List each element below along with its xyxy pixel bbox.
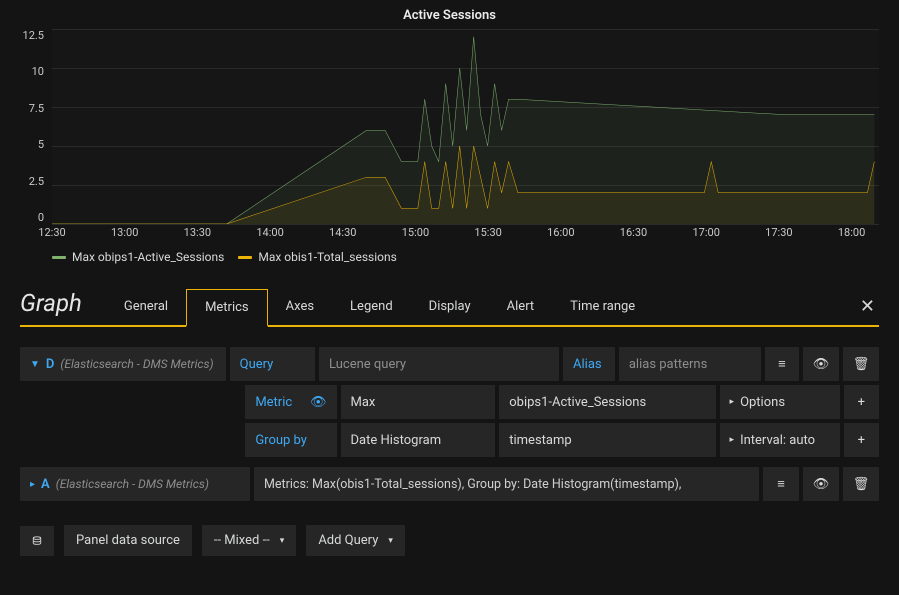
lucene-query-input[interactable]: Lucene query <box>319 347 559 381</box>
datasource-icon[interactable] <box>20 526 54 556</box>
query-a-header[interactable]: ▸ A (Elasticsearch - DMS Metrics) <box>20 467 250 501</box>
metric-field-select[interactable]: obips1-Active_Sessions <box>499 385 715 419</box>
panel-datasource-label: Panel data source <box>64 525 192 556</box>
alias-input[interactable]: alias patterns <box>619 347 761 381</box>
groupby-label: Group by <box>245 423 336 457</box>
plot-area <box>52 29 879 224</box>
groupby-field-select[interactable]: timestamp <box>499 423 715 457</box>
query-label: Query <box>230 347 315 381</box>
tab-axes[interactable]: Axes <box>268 289 332 325</box>
chart-area[interactable]: 12.5107.552.50 12:3013:0013:3014:0014:30… <box>16 29 883 244</box>
eye-icon[interactable]: 👁 <box>803 347 839 381</box>
tab-general[interactable]: General <box>106 289 186 325</box>
interval-toggle[interactable]: ▸Interval: auto <box>720 423 840 457</box>
chevron-down-icon: ▼ <box>30 359 40 370</box>
editor-tabs: Graph GeneralMetricsAxesLegendDisplayAle… <box>20 288 879 327</box>
query-d-header[interactable]: ▼ D (Elasticsearch - DMS Metrics) <box>20 347 226 381</box>
chart-title: Active Sessions <box>16 8 883 23</box>
tab-legend[interactable]: Legend <box>332 289 411 325</box>
add-metric-button[interactable]: + <box>844 385 879 419</box>
metric-agg-select[interactable]: Max <box>341 385 496 419</box>
tab-alert[interactable]: Alert <box>489 289 553 325</box>
add-query-button[interactable]: Add Query ▾ <box>306 525 405 556</box>
menu-icon[interactable]: ≡ <box>765 347 799 381</box>
menu-icon[interactable]: ≡ <box>763 467 799 501</box>
x-axis: 12:3013:0013:3014:0014:3015:0015:3016:00… <box>52 226 879 244</box>
query-source: (Elasticsearch - DMS Metrics) <box>56 477 209 491</box>
y-axis: 12.5107.552.50 <box>16 29 48 224</box>
query-a-summary: Metrics: Max(obis1-Total_sessions), Grou… <box>254 467 759 501</box>
panel-type-label: Graph <box>20 289 106 325</box>
tab-time-range[interactable]: Time range <box>552 289 653 325</box>
metric-label: Metric👁 <box>245 385 336 419</box>
legend-item[interactable]: Max obis1-Total_sessions <box>238 250 396 264</box>
trash-icon[interactable]: 🗑 <box>843 347 879 381</box>
eye-icon[interactable]: 👁 <box>803 467 839 501</box>
query-d: ▼ D (Elasticsearch - DMS Metrics) Query … <box>20 347 879 457</box>
legend-item[interactable]: Max obips1-Active_Sessions <box>52 250 224 264</box>
chart-legend: Max obips1-Active_Sessions Max obis1-Tota… <box>16 244 883 276</box>
query-letter: D <box>46 357 54 372</box>
trash-icon[interactable]: 🗑 <box>843 467 879 501</box>
alias-label: Alias <box>563 347 615 381</box>
add-groupby-button[interactable]: + <box>844 423 879 457</box>
query-a: ▸ A (Elasticsearch - DMS Metrics) Metric… <box>20 467 879 501</box>
query-letter: A <box>41 477 50 492</box>
metric-options-toggle[interactable]: ▸Options <box>720 385 840 419</box>
chart-panel: Active Sessions 12.5107.552.50 12:3013:0… <box>0 0 899 276</box>
close-icon[interactable]: ✕ <box>856 288 879 325</box>
query-source: (Elasticsearch - DMS Metrics) <box>60 357 213 371</box>
chevron-right-icon: ▸ <box>30 479 35 490</box>
tab-metrics[interactable]: Metrics <box>186 289 268 327</box>
groupby-type-select[interactable]: Date Histogram <box>341 423 496 457</box>
tab-display[interactable]: Display <box>411 289 489 325</box>
panel-editor: Graph GeneralMetricsAxesLegendDisplayAle… <box>0 276 899 556</box>
datasource-select[interactable]: -- Mixed -- ▾ <box>202 525 296 556</box>
editor-footer: Panel data source -- Mixed -- ▾ Add Quer… <box>20 525 879 556</box>
